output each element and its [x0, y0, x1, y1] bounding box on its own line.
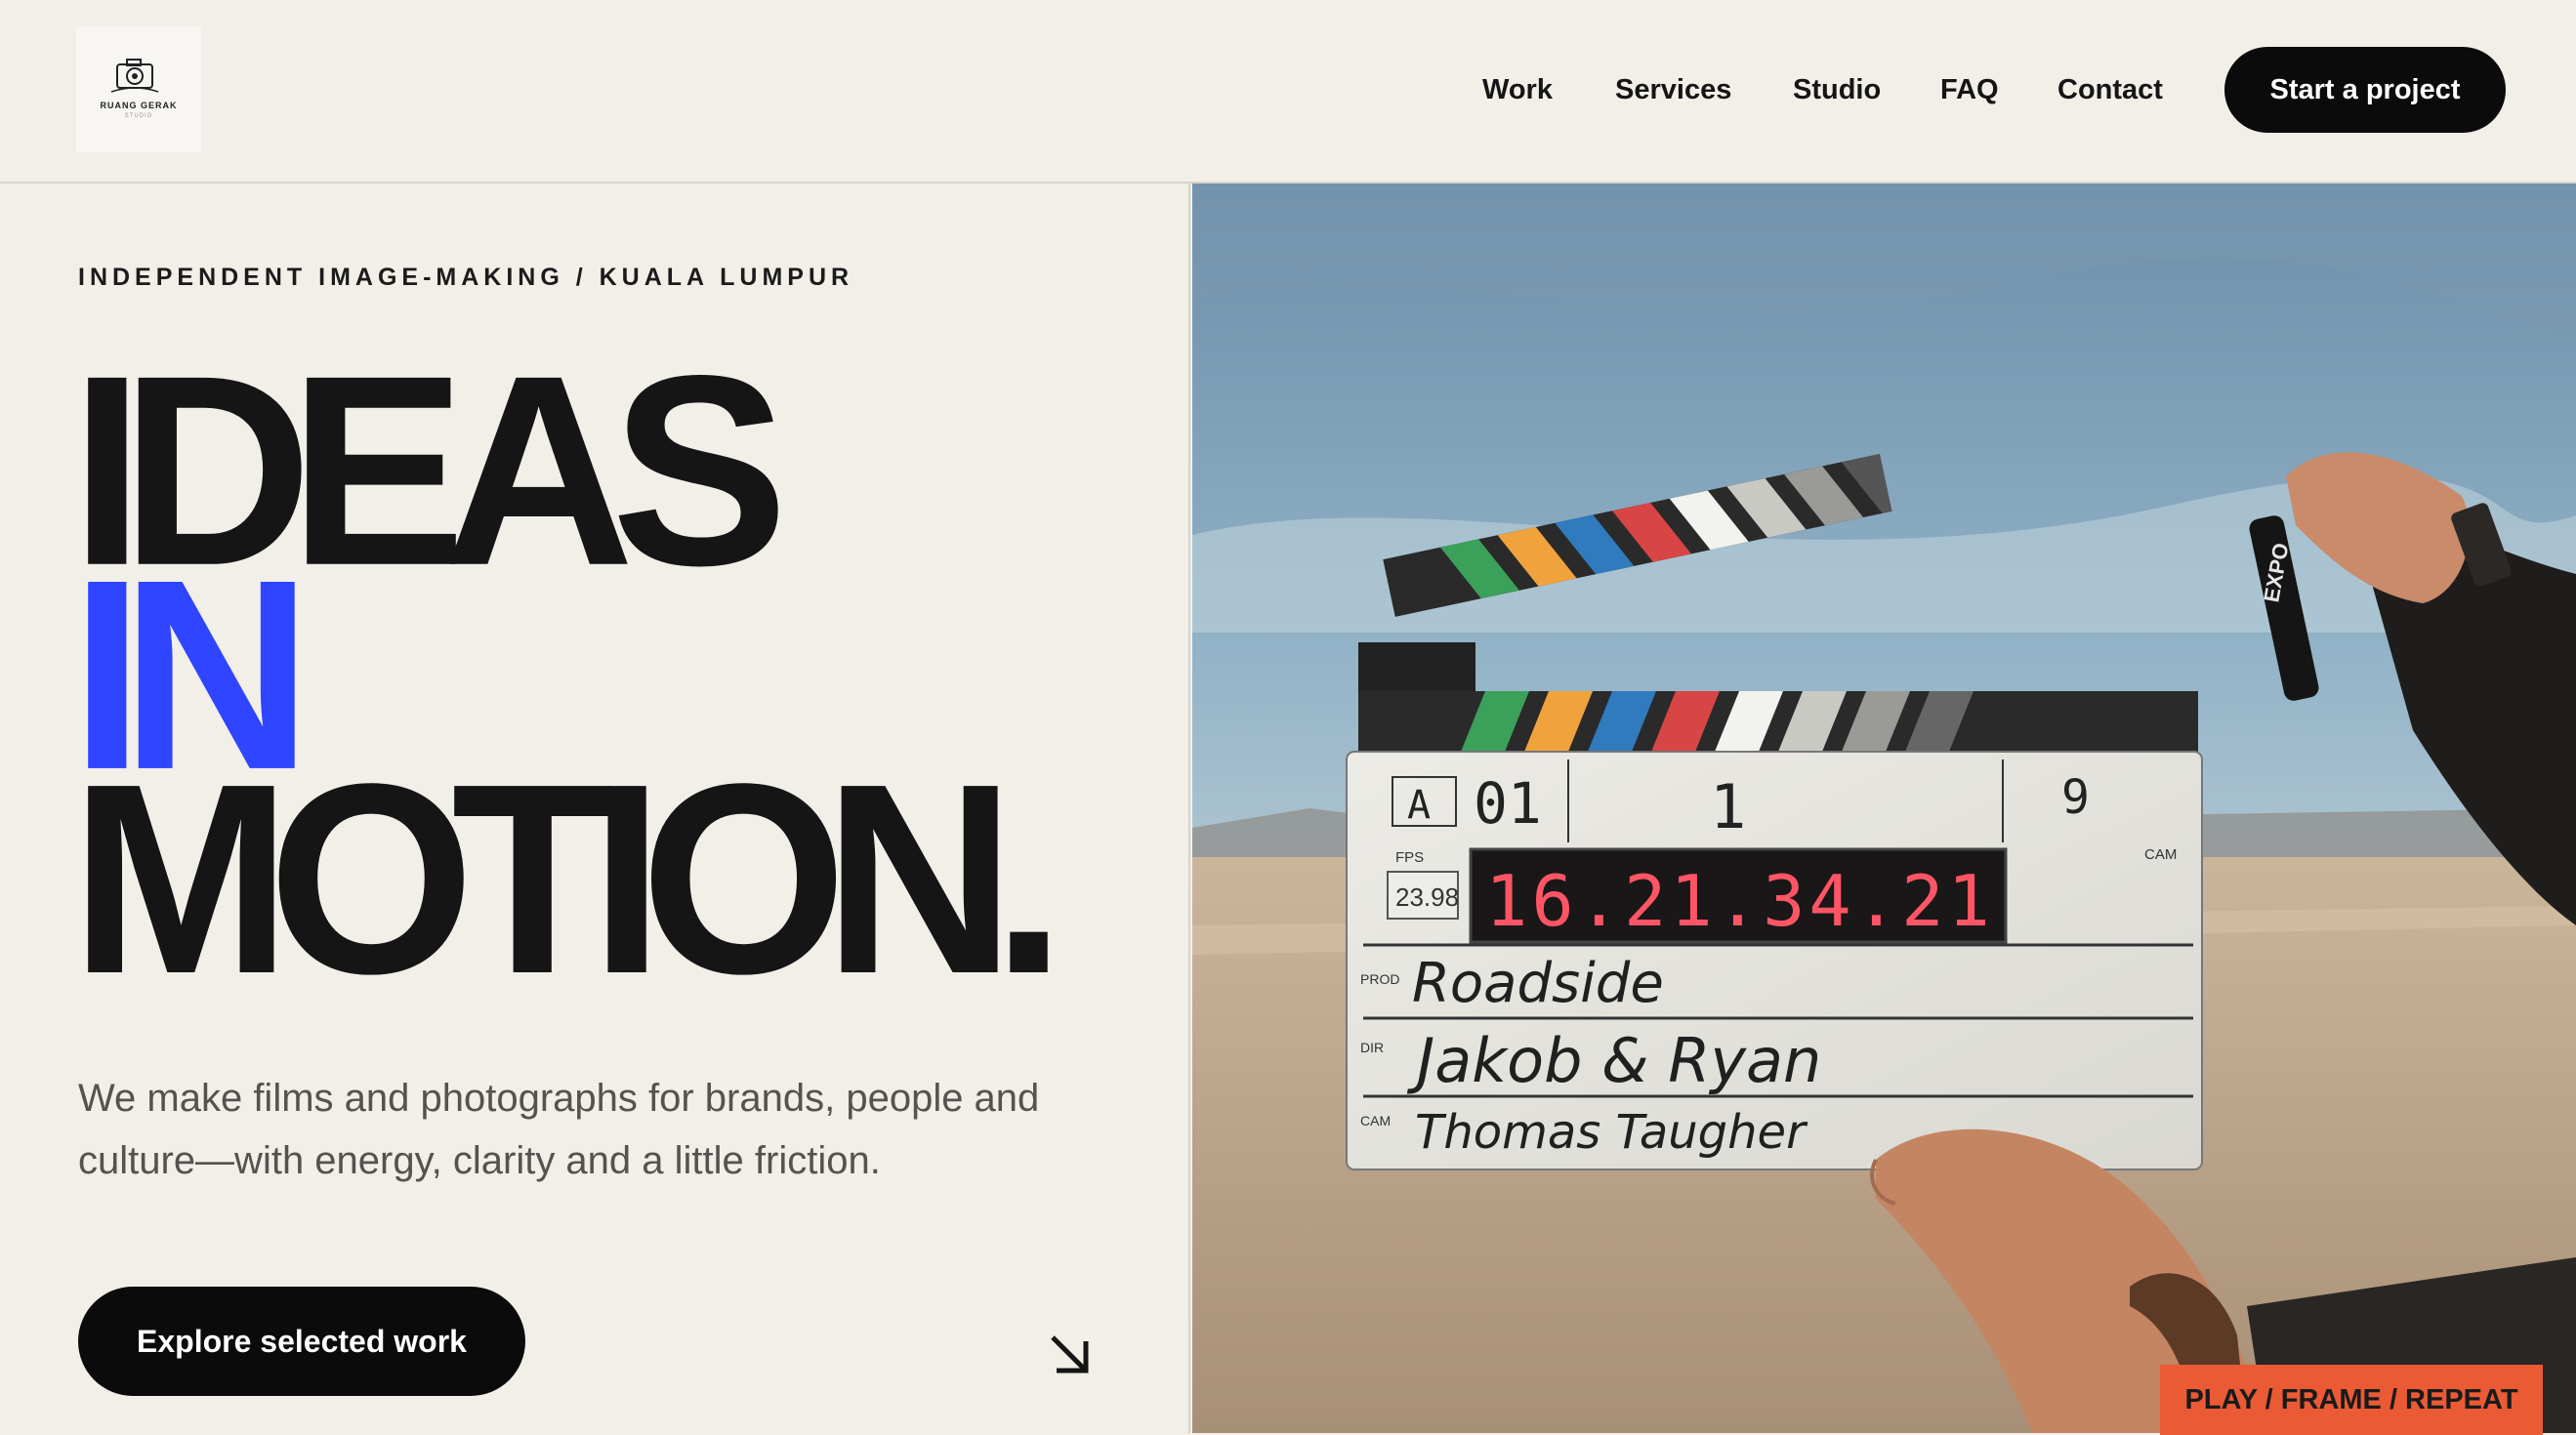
slate-camera: Thomas Taugher — [1415, 1105, 1808, 1160]
camera-icon — [110, 59, 159, 93]
slate-scene: 1 — [1710, 771, 1746, 842]
headline-line-3: MOTION. — [70, 727, 1065, 1031]
dir-label: DIR — [1360, 1040, 1384, 1055]
arrow-down-right-icon[interactable] — [1047, 1332, 1092, 1376]
nav-item-work[interactable]: Work — [1482, 66, 1553, 113]
logo-text: RUANG GERAK — [100, 101, 178, 110]
brand-logo[interactable]: RUANG GERAK STUDIO — [76, 27, 201, 152]
fps-value: 23.98 — [1395, 882, 1459, 912]
timecode-display: 16.21.34.21 — [1485, 860, 1994, 942]
slate-scene-number: 01 — [1474, 770, 1542, 837]
hero-image: EXPO A 01 1 9 FPS 23.98 16.21.34.21 CAM … — [1192, 184, 2576, 1433]
hero-text-panel: INDEPENDENT IMAGE-MAKING / KUALA LUMPUR … — [0, 184, 1190, 1433]
nav-item-studio[interactable]: Studio — [1793, 66, 1881, 113]
cam-row-label: CAM — [1360, 1113, 1391, 1128]
nav-item-services[interactable]: Services — [1615, 66, 1731, 113]
hero-headline: IDEAS IN MOTION. — [70, 335, 1065, 1031]
nav-item-contact[interactable]: Contact — [2057, 66, 2163, 113]
clapperboard-photo: EXPO A 01 1 9 FPS 23.98 16.21.34.21 CAM … — [1192, 184, 2576, 1433]
explore-work-button[interactable]: Explore selected work — [78, 1287, 525, 1396]
tagline-badge: PLAY / FRAME / REPEAT — [2160, 1365, 2543, 1435]
start-project-button[interactable]: Start a project — [2224, 47, 2506, 133]
slate-production: Roadside — [1412, 952, 1664, 1015]
site-header: RUANG GERAK STUDIO Work Services Studio … — [0, 0, 2576, 184]
hero-eyebrow: INDEPENDENT IMAGE-MAKING / KUALA LUMPUR — [78, 264, 854, 291]
prod-label: PROD — [1360, 971, 1399, 987]
slate-director: Jakob & Ryan — [1406, 1025, 1821, 1096]
fps-label: FPS — [1395, 849, 1424, 866]
cam-label: CAM — [2144, 846, 2177, 863]
hero-description: We make films and photographs for brands… — [78, 1077, 1040, 1182]
logo-subtext: STUDIO — [124, 113, 153, 119]
slate-roll: A — [1407, 783, 1431, 828]
nav-item-faq[interactable]: FAQ — [1940, 66, 1999, 113]
slate-take: 9 — [2061, 770, 2090, 825]
